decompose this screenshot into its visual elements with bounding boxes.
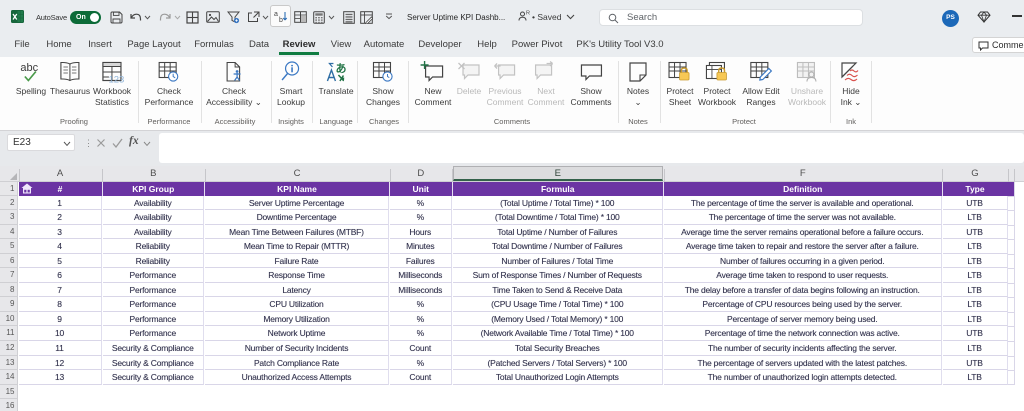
svg-text:a: a [274,11,278,18]
svg-text:b: b [279,17,283,23]
svg-text:R: R [526,11,530,17]
svg-text:123: 123 [108,75,124,85]
svg-text:あ: あ [335,62,346,75]
